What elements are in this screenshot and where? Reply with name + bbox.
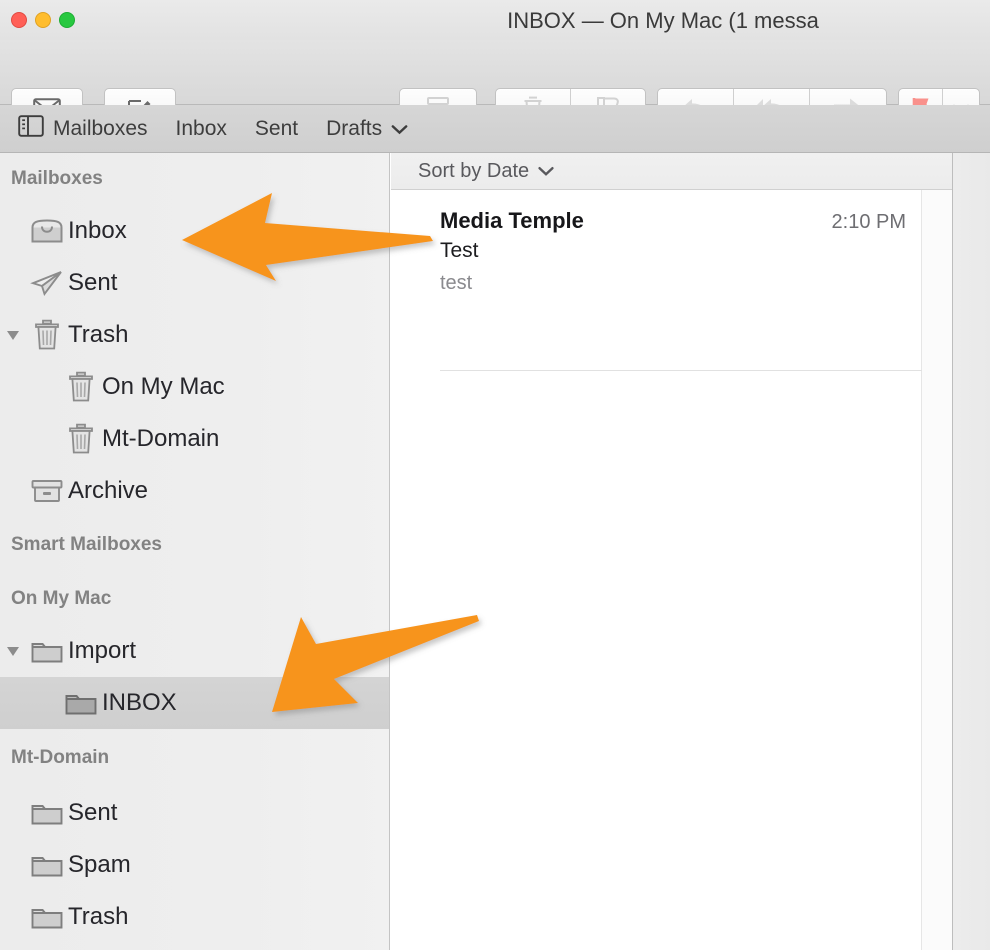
sidebar-item-inbox[interactable]: Inbox <box>0 205 389 257</box>
folder-icon <box>26 904 68 931</box>
disclosure-triangle-expanded-icon[interactable] <box>0 328 26 342</box>
sidebar-section-header-mt-domain: Mt-Domain <box>11 747 110 768</box>
message-list-scroll-area[interactable]: Media Temple 2:10 PM Test test <box>391 190 952 950</box>
trash-icon <box>26 318 68 352</box>
trash-icon <box>60 370 102 404</box>
folder-icon <box>26 852 68 879</box>
message-time: 2:10 PM <box>831 211 906 233</box>
sidebar-section-header: Mailboxes <box>11 168 103 189</box>
sidebar-item-mt-domain-sent[interactable]: Sent <box>0 787 389 839</box>
folder-icon <box>60 690 102 717</box>
sidebar-item-import[interactable]: Import <box>0 625 389 677</box>
toolbar <box>0 40 990 133</box>
sidebar-item-import-inbox[interactable]: INBOX <box>0 677 389 729</box>
sidebar-item-trash[interactable]: Trash <box>0 309 389 361</box>
sidebar-section-header-smart-mailboxes: Smart Mailboxes <box>11 534 162 555</box>
sidebar-item-label: Import <box>68 637 137 664</box>
message-subject: Test <box>440 239 479 262</box>
sidebar-item-label: Inbox <box>68 217 127 244</box>
sidebar-item-archive[interactable]: Archive <box>0 465 389 517</box>
message-list-divider <box>440 370 922 371</box>
window-title: INBOX — On My Mac (1 messa <box>507 8 819 33</box>
favorites-item-drafts[interactable]: Drafts <box>312 105 422 153</box>
sidebar-item-label: Archive <box>68 477 149 504</box>
favorites-item-label: Inbox <box>175 116 227 140</box>
sidebar-panel-icon <box>18 114 44 143</box>
favorites-item-label: Drafts <box>326 116 383 140</box>
message-list-pane: Sort by Date Media Temple 2:10 PM Test t… <box>391 153 952 950</box>
disclosure-triangle-expanded-icon[interactable] <box>0 644 26 658</box>
sidebar-item-label: INBOX <box>102 689 177 716</box>
message-list-item[interactable]: Media Temple 2:10 PM Test test <box>391 190 952 371</box>
chevron-down-icon <box>538 160 554 183</box>
sidebar-item-label: Sent <box>68 799 118 826</box>
trash-icon <box>60 422 102 456</box>
sidebar-item-sent[interactable]: Sent <box>0 257 389 309</box>
favorites-item-sent[interactable]: Sent <box>241 105 312 153</box>
message-sender: Media Temple <box>440 208 584 233</box>
sidebar-item-label: On My Mac <box>102 373 225 400</box>
chevron-down-icon <box>391 117 408 141</box>
sidebar-item-mt-domain-spam[interactable]: Spam <box>0 839 389 891</box>
sidebar-item-label: Trash <box>68 321 129 348</box>
sort-by-control[interactable]: Sort by Date <box>391 153 952 190</box>
sidebar-section-header-on-my-mac: On My Mac <box>11 588 112 609</box>
message-preview: test <box>440 272 473 294</box>
mailbox-sidebar[interactable]: Mailboxes Inbox Sent Trash On My Mac Mt-… <box>0 153 390 950</box>
folder-icon <box>26 638 68 665</box>
sort-by-label: Sort by Date <box>418 159 530 182</box>
sidebar-item-mt-domain-trash[interactable]: Trash <box>0 891 389 943</box>
message-viewer-pane <box>952 153 990 950</box>
sidebar-item-trash-on-my-mac[interactable]: On My Mac <box>0 361 389 413</box>
folder-icon <box>26 800 68 827</box>
favorites-item-label: Sent <box>254 116 299 140</box>
sidebar-toggle-mailboxes[interactable]: Mailboxes <box>0 105 162 153</box>
archive-box-icon <box>26 477 68 505</box>
sidebar-item-label: Spam <box>68 851 131 878</box>
mail-window: INBOX — On My Mac (1 messa Mailboxes Inb… <box>0 0 990 950</box>
sidebar-item-label: Mt-Domain <box>102 425 220 452</box>
sidebar-item-label: Trash <box>68 903 129 930</box>
favorites-bar: Mailboxes Inbox Sent Drafts <box>0 105 990 153</box>
inbox-tray-icon <box>26 217 68 245</box>
paper-plane-icon <box>26 269 68 297</box>
window-titlebar: INBOX — On My Mac (1 messa <box>0 0 990 40</box>
sidebar-item-label: Sent <box>68 269 118 296</box>
favorites-item-label: Mailboxes <box>53 116 148 140</box>
sidebar-item-trash-mt-domain[interactable]: Mt-Domain <box>0 413 389 465</box>
favorites-item-inbox[interactable]: Inbox <box>162 105 241 153</box>
